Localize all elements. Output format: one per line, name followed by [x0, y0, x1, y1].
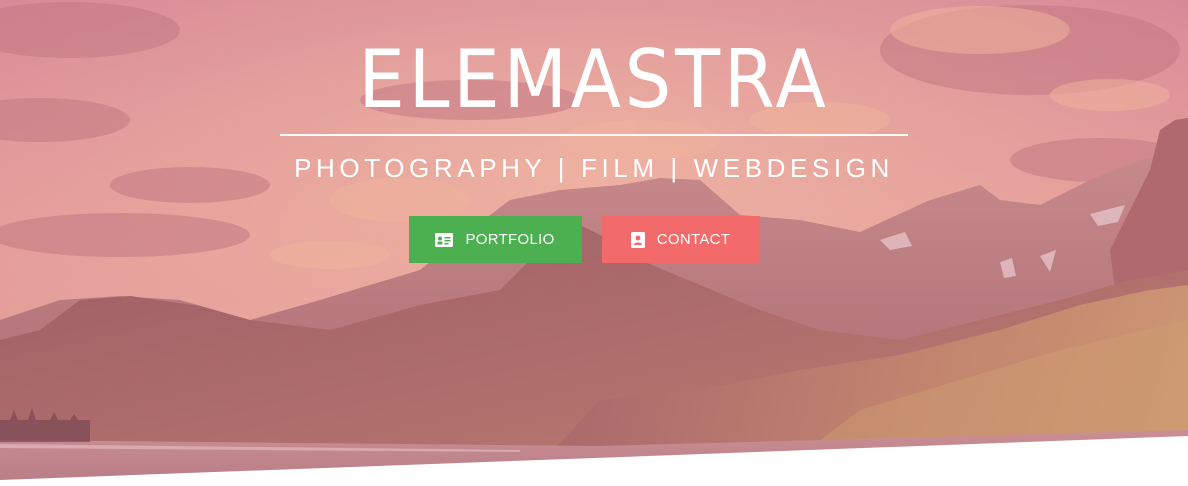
hero-section: ELEMASTRA PHOTOGRAPHY | FILM | WEBDESIGN…	[0, 0, 1188, 486]
portfolio-button[interactable]: PORTFOLIO	[408, 216, 582, 263]
site-tagline: PHOTOGRAPHY | FILM | WEBDESIGN	[294, 153, 894, 183]
address-book-icon	[630, 231, 645, 248]
id-card-icon	[435, 232, 454, 247]
brand-block: ELEMASTRA PHOTOGRAPHY | FILM | WEBDESIGN	[0, 30, 1188, 184]
hero-actions: PORTFOLIO CONTACT	[0, 216, 1188, 263]
contact-button-label: CONTACT	[656, 231, 731, 248]
title-divider	[280, 134, 908, 136]
site-title: ELEMASTRA	[358, 33, 830, 126]
portfolio-button-label: PORTFOLIO	[465, 231, 555, 248]
contact-button[interactable]: CONTACT	[601, 216, 760, 263]
